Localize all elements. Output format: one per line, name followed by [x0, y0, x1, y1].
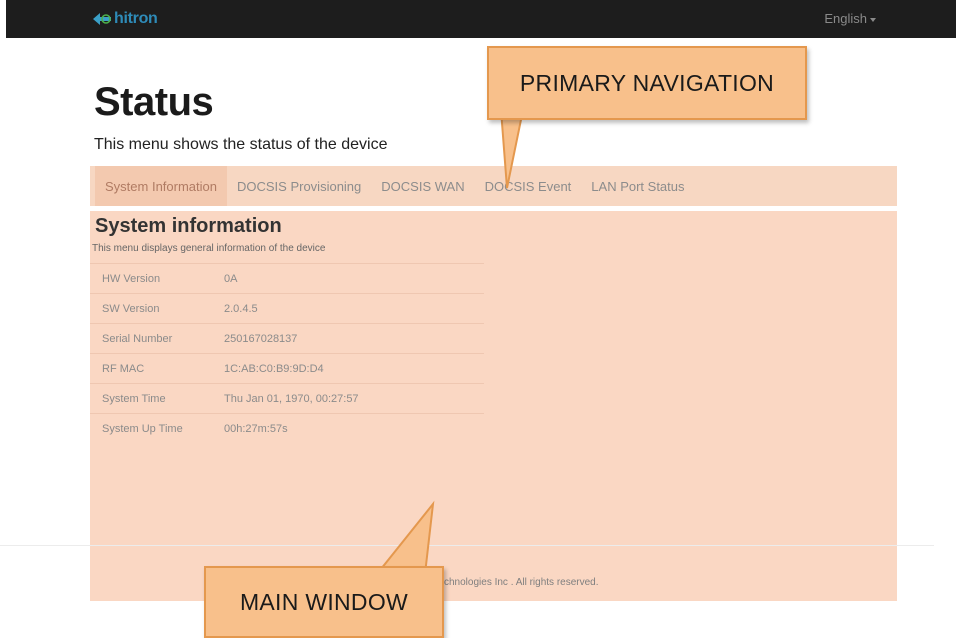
copyright-text: chnologies Inc . All rights reserved. [444, 577, 599, 588]
main-callout-pointer [375, 500, 435, 575]
logo-text: hitron [114, 10, 158, 27]
primary-navigation: System Information DOCSIS Provisioning D… [90, 166, 897, 206]
table-row: System Time Thu Jan 01, 1970, 00:27:57 [90, 383, 484, 414]
table-row: Serial Number 250167028137 [90, 323, 484, 354]
page-subtitle: This menu shows the status of the device [94, 136, 388, 153]
tab-lan-port-status[interactable]: LAN Port Status [581, 166, 694, 206]
row-key: Serial Number [90, 323, 218, 354]
row-key: RF MAC [90, 353, 218, 384]
tab-system-information[interactable]: System Information [95, 166, 227, 206]
section-description: This menu displays general information o… [92, 243, 326, 254]
table-row: System Up Time 00h:27m:57s [90, 413, 484, 444]
main-window-callout: MAIN WINDOW [204, 566, 444, 638]
section-title: System information [95, 215, 282, 237]
primary-navigation-callout: PRIMARY NAVIGATION [487, 46, 807, 120]
table-row: RF MAC 1C:AB:C0:B9:9D:D4 [90, 353, 484, 384]
row-value: 00h:27m:57s [218, 413, 484, 444]
main-window: System information This menu displays ge… [90, 211, 897, 601]
row-value: Thu Jan 01, 1970, 00:27:57 [218, 383, 484, 414]
language-selector[interactable]: English [824, 11, 876, 26]
tab-docsis-provisioning[interactable]: DOCSIS Provisioning [227, 166, 371, 206]
nav-callout-pointer [499, 110, 525, 189]
language-label: English [824, 11, 867, 26]
system-info-table: HW Version 0A SW Version 2.0.4.5 Serial … [90, 263, 484, 444]
row-key: HW Version [90, 263, 218, 294]
page-title: Status [94, 80, 214, 124]
row-key: System Up Time [90, 413, 218, 444]
top-bar: hitron English [6, 0, 956, 38]
table-row: SW Version 2.0.4.5 [90, 293, 484, 324]
footer-divider [0, 545, 934, 546]
row-key: System Time [90, 383, 218, 414]
caret-down-icon [870, 17, 876, 22]
hitron-logo[interactable]: hitron [92, 7, 158, 31]
logo-arrow-icon [93, 13, 111, 25]
table-row: HW Version 0A [90, 263, 484, 294]
row-value: 2.0.4.5 [218, 293, 484, 324]
row-key: SW Version [90, 293, 218, 324]
row-value: 1C:AB:C0:B9:9D:D4 [218, 353, 484, 384]
row-value: 0A [218, 263, 484, 294]
tab-docsis-wan[interactable]: DOCSIS WAN [371, 166, 474, 206]
row-value: 250167028137 [218, 323, 484, 354]
